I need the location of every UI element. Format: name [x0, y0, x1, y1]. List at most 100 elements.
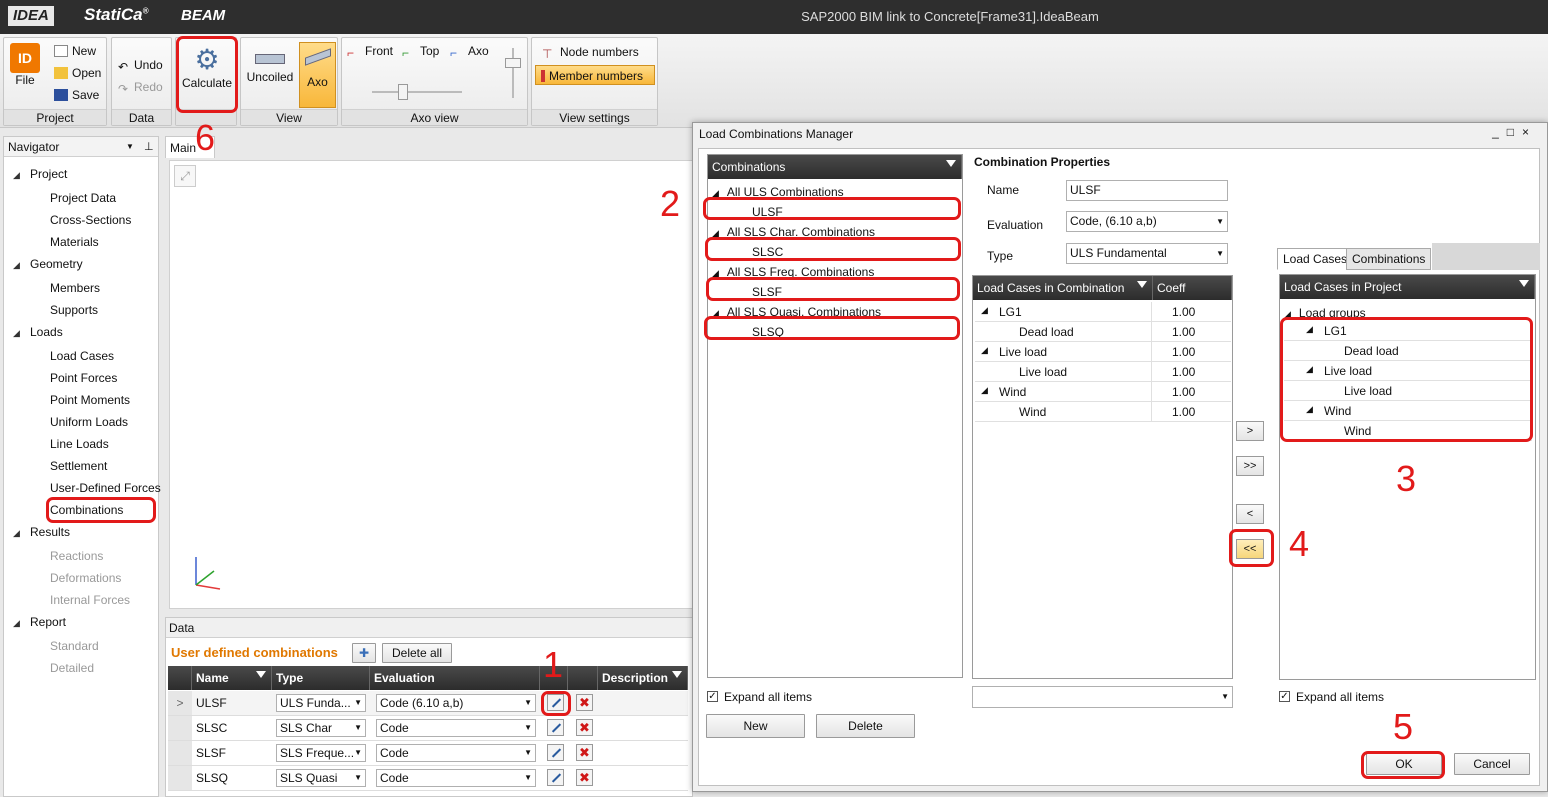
- table-row[interactable]: SLSF SLS Freque... ▼ Code ▼ ✖: [168, 741, 688, 766]
- save-button[interactable]: Save: [54, 88, 99, 102]
- filter-icon[interactable]: [1137, 281, 1147, 288]
- redo-button[interactable]: ↷ Redo: [118, 80, 163, 96]
- edit-icon[interactable]: [547, 769, 564, 786]
- delete-icon[interactable]: ✖: [576, 744, 593, 761]
- combination-name[interactable]: SLSC: [196, 716, 227, 740]
- lcic-row[interactable]: Dead load 1.00: [975, 322, 1231, 342]
- axo-button[interactable]: ⌐ Axo: [450, 44, 489, 60]
- expand-triangle-icon[interactable]: ◢: [13, 528, 20, 539]
- member-numbers-button[interactable]: Member numbers: [535, 65, 655, 85]
- nav-item-materials[interactable]: Materials: [50, 235, 99, 249]
- pin-icon[interactable]: ⊥: [144, 137, 154, 157]
- lcic-row[interactable]: ◢ Live load 1.00: [975, 342, 1231, 362]
- column-header-description[interactable]: Description: [598, 666, 688, 690]
- nav-item-point-moments[interactable]: Point Moments: [50, 393, 130, 407]
- expand-triangle-icon[interactable]: ◢: [981, 385, 988, 396]
- rotation-slider-thumb[interactable]: [398, 84, 408, 100]
- node-numbers-button[interactable]: ⊤ Node numbers: [542, 45, 639, 61]
- window-controls[interactable]: _□×: [1492, 125, 1537, 139]
- edit-icon[interactable]: [547, 744, 564, 761]
- remove-button[interactable]: <: [1236, 504, 1264, 524]
- expand-triangle-icon[interactable]: ◢: [13, 328, 20, 339]
- tilt-slider-thumb[interactable]: [505, 58, 521, 68]
- zoom-extents-icon[interactable]: ⤢: [174, 165, 196, 187]
- lcic-row[interactable]: ◢ LG1 1.00: [975, 302, 1231, 322]
- open-button[interactable]: Open: [54, 66, 101, 80]
- new-button[interactable]: New: [54, 44, 96, 58]
- uncoiled-button[interactable]: Uncoiled: [243, 48, 297, 84]
- nav-item-user-defined-forces[interactable]: User-Defined Forces: [50, 481, 161, 495]
- expand-all-checkbox-left[interactable]: ✓: [707, 691, 718, 702]
- column-header-evaluation[interactable]: Evaluation: [370, 666, 540, 690]
- column-header-type[interactable]: Type: [272, 666, 370, 690]
- nav-item-report[interactable]: Report: [30, 615, 66, 629]
- nav-item-cross-sections[interactable]: Cross-Sections: [50, 213, 131, 227]
- nav-item-project-data[interactable]: Project Data: [50, 191, 116, 205]
- lcic-coeff[interactable]: 1.00: [1151, 382, 1195, 402]
- top-view-button[interactable]: ⌐ Top: [402, 44, 439, 60]
- delete-icon[interactable]: ✖: [576, 769, 593, 786]
- table-row[interactable]: > ULSF ULS Funda... ▼ Code (6.10 a,b) ▼ ✖: [168, 691, 688, 716]
- nav-item-load-cases[interactable]: Load Cases: [50, 349, 114, 363]
- tab-load-cases[interactable]: Load Cases: [1277, 248, 1354, 270]
- file-button[interactable]: ID File: [7, 43, 43, 87]
- type-select[interactable]: SLS Quasi ▼: [276, 769, 366, 787]
- lcic-coeff[interactable]: 1.00: [1151, 302, 1195, 322]
- expand-triangle-icon[interactable]: ◢: [981, 345, 988, 356]
- lcic-row[interactable]: ◢ Wind 1.00: [975, 382, 1231, 402]
- expand-triangle-icon[interactable]: ◢: [13, 260, 20, 271]
- lcic-coeff[interactable]: 1.00: [1151, 362, 1195, 382]
- type-select[interactable]: SLS Freque... ▼: [276, 744, 366, 762]
- expand-all-checkbox-right[interactable]: ✓: [1279, 691, 1290, 702]
- add-button[interactable]: >: [1236, 421, 1264, 441]
- axo-view-button[interactable]: Axo: [299, 42, 336, 108]
- lcic-row[interactable]: Wind 1.00: [975, 402, 1231, 422]
- expand-triangle-icon[interactable]: ◢: [13, 618, 20, 629]
- filter-icon[interactable]: [1519, 280, 1529, 287]
- nav-item-geometry[interactable]: Geometry: [30, 257, 83, 271]
- nav-item-uniform-loads[interactable]: Uniform Loads: [50, 415, 128, 429]
- tab-combinations[interactable]: Combinations: [1346, 248, 1432, 270]
- cancel-button[interactable]: Cancel: [1454, 753, 1530, 775]
- expand-triangle-icon[interactable]: ◢: [13, 170, 20, 181]
- lcic-coeff[interactable]: 1.00: [1151, 322, 1195, 342]
- combination-name[interactable]: SLSF: [196, 741, 226, 765]
- nav-item-settlement[interactable]: Settlement: [50, 459, 107, 473]
- column-header-name[interactable]: Name: [192, 666, 272, 690]
- delete-combination-button[interactable]: Delete: [816, 714, 915, 738]
- delete-all-button[interactable]: Delete all: [382, 643, 452, 663]
- combination-name[interactable]: SLSQ: [196, 766, 228, 790]
- table-row[interactable]: SLSQ SLS Quasi ▼ Code ▼ ✖: [168, 766, 688, 791]
- expand-triangle-icon[interactable]: ◢: [981, 305, 988, 316]
- lcic-coeff[interactable]: 1.00: [1151, 402, 1195, 422]
- type-select[interactable]: ULS Funda... ▼: [276, 694, 366, 712]
- nav-item-loads[interactable]: Loads: [30, 325, 63, 339]
- name-input[interactable]: ULSF: [1066, 180, 1228, 201]
- evaluation-select[interactable]: Code ▼: [376, 769, 536, 787]
- new-combination-button[interactable]: New: [706, 714, 805, 738]
- evaluation-select[interactable]: Code ▼: [376, 744, 536, 762]
- filter-icon[interactable]: [672, 671, 682, 678]
- nav-item-supports[interactable]: Supports: [50, 303, 98, 317]
- dropdown-arrow-icon[interactable]: ▼: [126, 137, 134, 157]
- type-select[interactable]: SLS Char ▼: [276, 719, 366, 737]
- evaluation-select[interactable]: Code ▼: [376, 719, 536, 737]
- add-combination-button[interactable]: ✚: [352, 643, 376, 663]
- evaluation-select[interactable]: Code (6.10 a,b) ▼: [376, 694, 536, 712]
- undo-button[interactable]: ↶ Undo: [118, 58, 163, 74]
- nav-item-project[interactable]: Project: [30, 167, 67, 181]
- filter-icon[interactable]: [256, 671, 266, 678]
- bottom-select[interactable]: ▼: [972, 686, 1233, 708]
- filter-icon[interactable]: [946, 160, 956, 167]
- combination-name[interactable]: ULSF: [196, 691, 227, 715]
- nav-item-results[interactable]: Results: [30, 525, 70, 539]
- nav-item-members[interactable]: Members: [50, 281, 100, 295]
- type-select[interactable]: ULS Fundamental ▼: [1066, 243, 1228, 264]
- nav-item-line-loads[interactable]: Line Loads: [50, 437, 109, 451]
- delete-icon[interactable]: ✖: [576, 719, 593, 736]
- evaluation-select[interactable]: Code, (6.10 a,b) ▼: [1066, 211, 1228, 232]
- lcic-coeff[interactable]: 1.00: [1151, 342, 1195, 362]
- lcic-row[interactable]: Live load 1.00: [975, 362, 1231, 382]
- edit-icon[interactable]: [547, 719, 564, 736]
- delete-icon[interactable]: ✖: [576, 694, 593, 711]
